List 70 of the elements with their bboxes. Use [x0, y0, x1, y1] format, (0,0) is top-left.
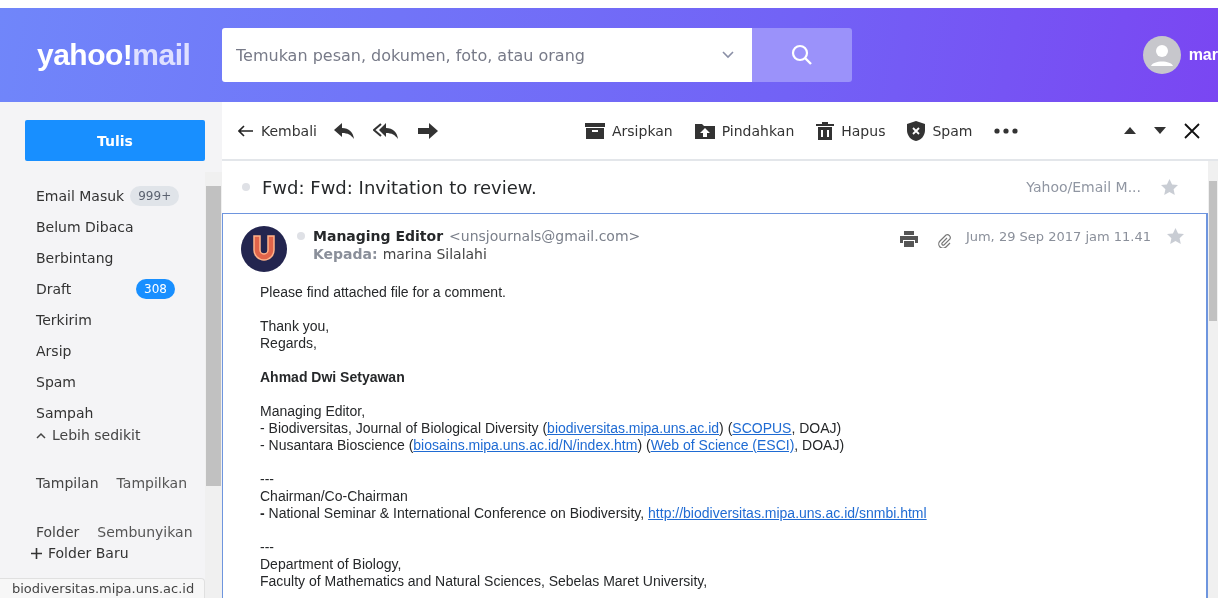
folder-arrow-icon: [694, 122, 715, 139]
avatar-icon[interactable]: [1142, 36, 1181, 74]
email-text-line: - Biodiversitas, Journal of Biological Diversity (biodiversitas.mipa.uns.ac.id) (SCOPUS, DOAJ): [260, 420, 843, 437]
trash-icon: [816, 121, 835, 140]
folder-item[interactable]: Draft 308: [25, 273, 175, 304]
user-name[interactable]: mar: [1188, 46, 1218, 64]
caret-up-icon: [36, 431, 46, 439]
star-icon[interactable]: [1161, 179, 1178, 195]
email-text-line: - National Seminar & International Conference on Biodiversity, http://biodiversitas.mipa.uns.ac.id/snmbi.html: [260, 505, 928, 522]
email-text-line: Chairman/Co-Chairman: [260, 488, 409, 505]
email-text-line: Managing Editor,: [260, 403, 367, 420]
recipient-label: Kepada:: [313, 246, 378, 262]
reply-icon[interactable]: [333, 121, 355, 140]
email-subject: Fwd: Fwd: Invitation to review.: [262, 176, 537, 198]
email-text-line: Regards,: [260, 335, 318, 352]
email-link[interactable]: http://biodiversitas.mipa.uns.ac.id/snmbi.html: [648, 505, 927, 521]
chevron-down-icon[interactable]: [722, 51, 734, 59]
email-date: Jum, 29 Sep 2017 jam 11.41: [965, 229, 1151, 244]
folder-label: Yahoo/Email M...: [1026, 179, 1141, 195]
reply-all-icon[interactable]: [373, 121, 399, 140]
email-text-line: Department of Biology,: [260, 556, 403, 573]
scrollbar[interactable]: [205, 172, 222, 598]
plus-icon: [31, 547, 42, 559]
section-title: Tampilan: [36, 475, 99, 491]
scrollbar[interactable]: [1208, 161, 1218, 598]
previous-icon[interactable]: [1124, 127, 1136, 134]
archive-box-icon: [585, 122, 605, 139]
recipient-name: marina Silalahi: [382, 246, 487, 262]
email-text-line: ---: [260, 539, 275, 556]
count-badge: 308: [136, 278, 175, 299]
count-badge: 999+: [130, 185, 180, 206]
shield-icon: [907, 120, 926, 141]
unread-dot[interactable]: [297, 232, 305, 240]
next-icon[interactable]: [1154, 127, 1166, 134]
close-icon[interactable]: [1184, 122, 1200, 139]
sender-email: <unsjournals@gmail.com>: [449, 228, 641, 244]
section-toggle[interactable]: Sembunyikan: [97, 524, 193, 540]
email-text-line: Thank you,: [260, 318, 331, 335]
spam-button[interactable]: Spam: [907, 120, 973, 141]
folder-item[interactable]: Arsip: [25, 335, 175, 366]
folder-item[interactable]: Terkirim: [25, 304, 175, 335]
search-field[interactable]: Temukan pesan, dokumen, foto, atau orang: [222, 28, 752, 82]
email-text-line: Faculty of Mathematics and Natural Sciences, Sebelas Maret University,: [260, 573, 709, 590]
new-folder-link[interactable]: Folder Baru: [25, 545, 205, 561]
paperclip-icon: [937, 234, 952, 248]
folder-item[interactable]: Berbintang: [25, 242, 175, 273]
forward-icon[interactable]: [417, 122, 439, 139]
sender-avatar-icon: [241, 226, 287, 272]
more-icon[interactable]: [994, 127, 1019, 134]
folder-item[interactable]: Belum Dibaca: [25, 211, 175, 242]
print-icon[interactable]: [899, 231, 918, 247]
star-icon[interactable]: [1167, 228, 1184, 244]
section-toggle[interactable]: Tampilkan: [116, 475, 187, 491]
unread-dot[interactable]: [242, 183, 250, 191]
email-text-line: ---: [260, 471, 275, 488]
archive-button[interactable]: Arsipkan: [585, 122, 673, 139]
email-text-line: - Nusantara Bioscience (biosains.mipa.uns.ac.id/N/index.htm) (Web of Science (ESCI), DOAJ): [260, 437, 846, 454]
folder-item[interactable]: Spam: [25, 366, 175, 397]
email-text-line: Please find attached file for a comment.: [260, 284, 507, 301]
email-text-line: Ahmad Dwi Setyawan: [260, 369, 406, 386]
move-button[interactable]: Pindahkan: [694, 122, 795, 139]
back-button[interactable]: Kembali: [238, 122, 317, 139]
search-icon: [790, 43, 814, 67]
status-url: biodiversitas.mipa.uns.ac.id: [0, 578, 206, 598]
delete-button[interactable]: Hapus: [816, 121, 886, 140]
email-link[interactable]: biosains.mipa.uns.ac.id/N/index.htm: [413, 437, 638, 453]
email-link[interactable]: biodiversitas.mipa.uns.ac.id: [547, 420, 720, 436]
arrow-left-icon: [238, 124, 254, 137]
sender-name[interactable]: Managing Editor: [313, 228, 444, 244]
section-title: Folder: [36, 524, 80, 540]
